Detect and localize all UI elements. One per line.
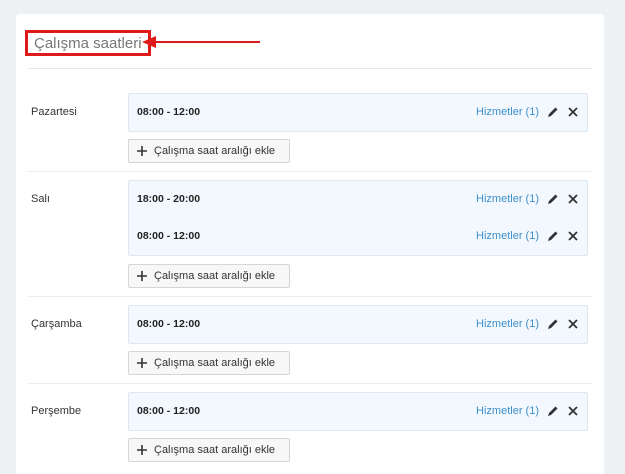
close-icon[interactable] xyxy=(567,318,579,330)
slot-time: 08:00 - 12:00 xyxy=(137,106,201,118)
services-link[interactable]: Hizmetler (1) xyxy=(476,94,539,131)
close-icon[interactable] xyxy=(567,193,579,205)
day-divider xyxy=(28,171,592,172)
add-slot-button-wednesday[interactable]: Çalışma saat aralığı ekle xyxy=(128,351,290,375)
slot-group-monday: 08:00 - 12:00 Hizmetler (1) xyxy=(128,93,588,132)
add-slot-button-tuesday[interactable]: Çalışma saat aralığı ekle xyxy=(128,264,290,288)
add-slot-label: Çalışma saat aralığı ekle xyxy=(154,270,276,282)
close-icon[interactable] xyxy=(567,230,579,242)
slot-time: 08:00 - 12:00 xyxy=(137,230,201,242)
add-slot-label: Çalışma saat aralığı ekle xyxy=(154,357,276,369)
slot-group-wednesday: 08:00 - 12:00 Hizmetler (1) xyxy=(128,305,588,344)
plus-icon xyxy=(137,358,147,368)
slot-time: 08:00 - 12:00 xyxy=(137,405,201,417)
pencil-icon[interactable] xyxy=(547,230,559,242)
slot-group-thursday: 08:00 - 12:00 Hizmetler (1) xyxy=(128,392,588,431)
day-label-tuesday: Salı xyxy=(31,193,50,205)
plus-icon xyxy=(137,445,147,455)
close-icon[interactable] xyxy=(567,405,579,417)
day-divider xyxy=(28,383,592,384)
slot-group-tuesday: 18:00 - 20:00 Hizmetler (1) 08:00 - 12:0… xyxy=(128,180,588,256)
plus-icon xyxy=(137,271,147,281)
add-slot-button-monday[interactable]: Çalışma saat aralığı ekle xyxy=(128,139,290,163)
add-slot-button-thursday[interactable]: Çalışma saat aralığı ekle xyxy=(128,438,290,462)
arrow-icon xyxy=(142,36,260,48)
title-highlight-box: Çalışma saatleri xyxy=(25,30,151,56)
time-slot: 18:00 - 20:00 Hizmetler (1) xyxy=(129,181,587,218)
working-hours-card: Çalışma saatleri Pazartesi 08:00 - 12:00… xyxy=(16,14,604,474)
title-divider xyxy=(28,68,592,69)
plus-icon xyxy=(137,146,147,156)
services-link[interactable]: Hizmetler (1) xyxy=(476,218,539,255)
slot-time: 18:00 - 20:00 xyxy=(137,193,201,205)
time-slot: 08:00 - 12:00 Hizmetler (1) xyxy=(129,94,587,131)
day-label-wednesday: Çarşamba xyxy=(31,318,82,330)
close-icon[interactable] xyxy=(567,106,579,118)
day-divider xyxy=(28,296,592,297)
page-title: Çalışma saatleri xyxy=(34,34,142,52)
services-link[interactable]: Hizmetler (1) xyxy=(476,306,539,343)
day-label-monday: Pazartesi xyxy=(31,106,77,118)
time-slot: 08:00 - 12:00 Hizmetler (1) xyxy=(129,393,587,430)
add-slot-label: Çalışma saat aralığı ekle xyxy=(154,145,276,157)
time-slot: 08:00 - 12:00 Hizmetler (1) xyxy=(129,306,587,343)
time-slot: 08:00 - 12:00 Hizmetler (1) xyxy=(129,218,587,255)
services-link[interactable]: Hizmetler (1) xyxy=(476,181,539,218)
slot-time: 08:00 - 12:00 xyxy=(137,318,201,330)
pencil-icon[interactable] xyxy=(547,318,559,330)
pencil-icon[interactable] xyxy=(547,405,559,417)
services-link[interactable]: Hizmetler (1) xyxy=(476,393,539,430)
pencil-icon[interactable] xyxy=(547,106,559,118)
day-label-thursday: Perşembe xyxy=(31,405,82,417)
add-slot-label: Çalışma saat aralığı ekle xyxy=(154,444,276,456)
pencil-icon[interactable] xyxy=(547,193,559,205)
